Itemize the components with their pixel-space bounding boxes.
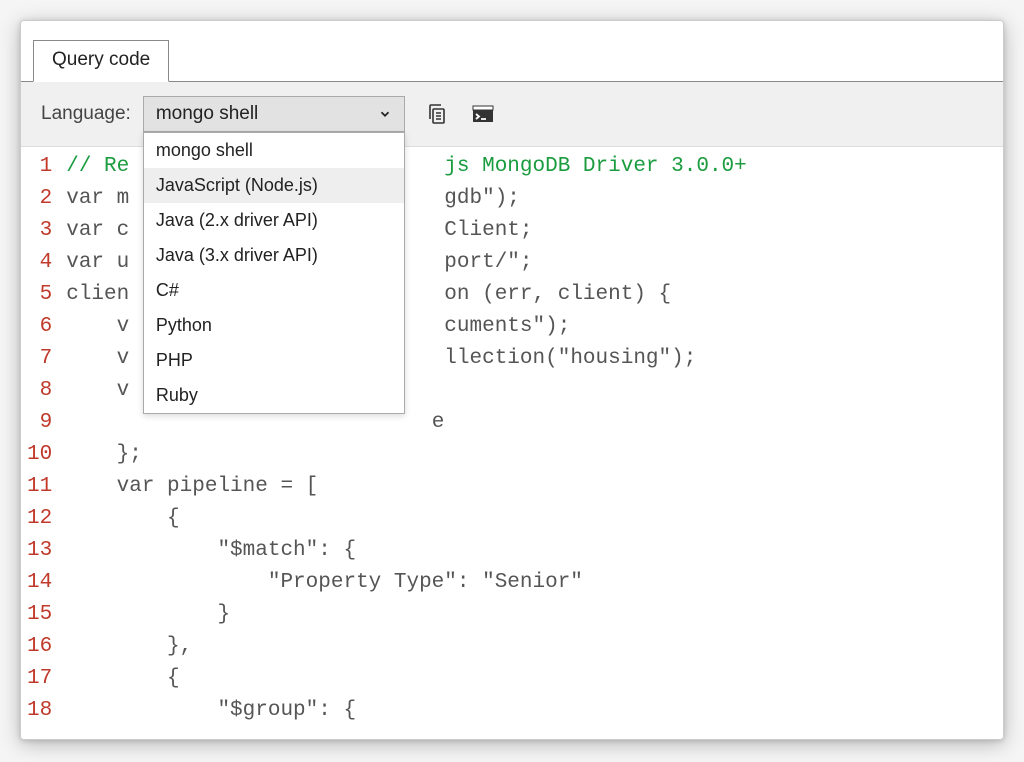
language-option[interactable]: C# [144, 273, 404, 308]
language-dropdown[interactable]: mongo shell mongo shellJavaScript (Node.… [143, 96, 405, 132]
line-number: 10 [27, 439, 52, 471]
line-number: 2 [27, 183, 52, 215]
toolbar: Language: mongo shell mongo shellJavaScr… [21, 82, 1003, 147]
code-line: }; [66, 439, 1003, 471]
line-number: 16 [27, 631, 52, 663]
line-number: 12 [27, 503, 52, 535]
language-dropdown-list: mongo shellJavaScript (Node.js)Java (2.x… [143, 132, 405, 414]
language-option[interactable]: mongo shell [144, 133, 404, 168]
code-line: } [66, 599, 1003, 631]
code-line: var pipeline = [ [66, 471, 1003, 503]
line-number: 17 [27, 663, 52, 695]
language-option[interactable]: JavaScript (Node.js) [144, 168, 404, 203]
line-number: 18 [27, 695, 52, 727]
language-selected: mongo shell [156, 103, 258, 125]
line-number: 7 [27, 343, 52, 375]
code-line: "Property Type": "Senior" [66, 567, 1003, 599]
line-number: 1 [27, 151, 52, 183]
query-code-window: Query code Language: mongo shell mongo s… [20, 20, 1004, 740]
line-number: 5 [27, 279, 52, 311]
language-option[interactable]: PHP [144, 343, 404, 378]
line-number: 8 [27, 375, 52, 407]
line-number: 4 [27, 247, 52, 279]
tab-label: Query code [52, 49, 150, 70]
line-number: 13 [27, 535, 52, 567]
copy-button[interactable] [423, 100, 451, 128]
line-number: 11 [27, 471, 52, 503]
line-number: 3 [27, 215, 52, 247]
open-shell-button[interactable] [469, 100, 497, 128]
code-line: "$match": { [66, 535, 1003, 567]
language-dropdown-trigger[interactable]: mongo shell [143, 96, 405, 132]
tab-query-code[interactable]: Query code [33, 40, 169, 82]
code-line: "$group": { [66, 695, 1003, 727]
line-number: 6 [27, 311, 52, 343]
line-number: 9 [27, 407, 52, 439]
tab-bar: Query code [21, 21, 1003, 82]
copy-icon [425, 102, 449, 126]
chevron-down-icon [378, 107, 392, 121]
language-option[interactable]: Python [144, 308, 404, 343]
code-line: { [66, 663, 1003, 695]
terminal-icon [471, 102, 495, 126]
language-label: Language: [41, 103, 131, 125]
language-option[interactable]: Java (3.x driver API) [144, 238, 404, 273]
line-number-gutter: 123456789101112131415161718 [21, 147, 66, 740]
line-number: 15 [27, 599, 52, 631]
language-option[interactable]: Ruby [144, 378, 404, 413]
language-option[interactable]: Java (2.x driver API) [144, 203, 404, 238]
code-line: }, [66, 631, 1003, 663]
line-number: 14 [27, 567, 52, 599]
code-line: { [66, 503, 1003, 535]
